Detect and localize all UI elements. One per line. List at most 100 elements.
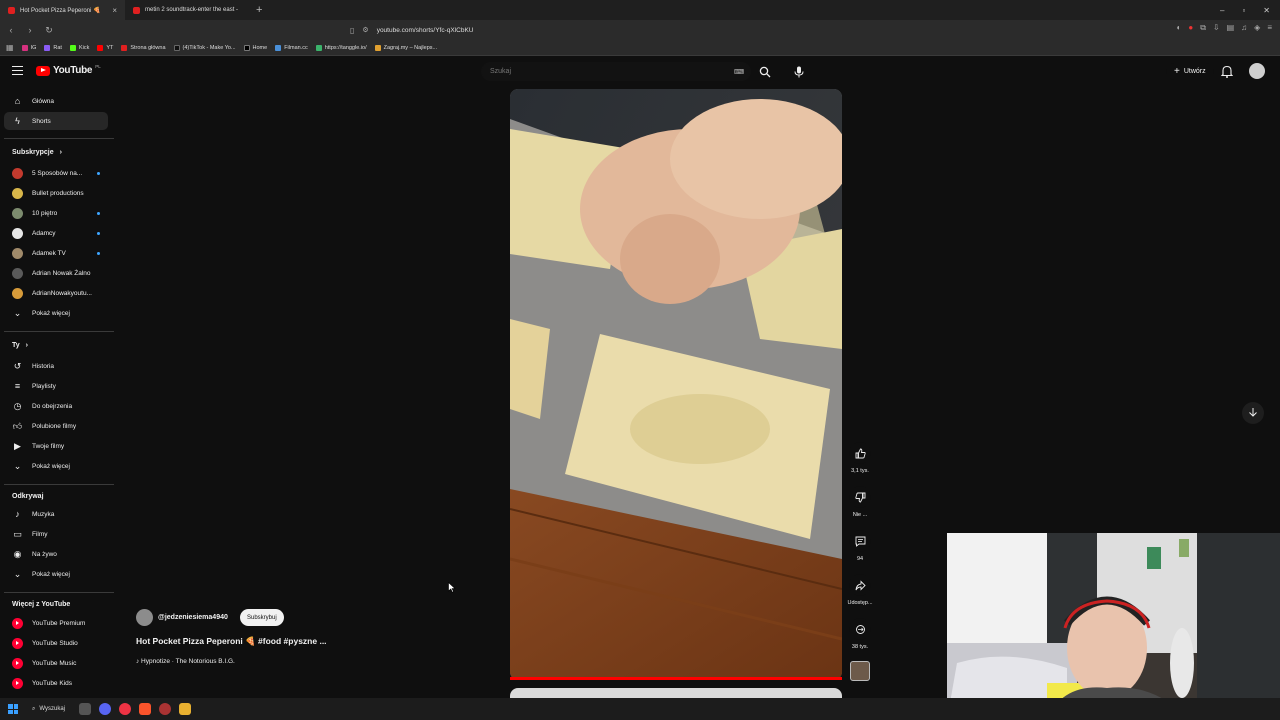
- bookmark-tanggle[interactable]: https://tanggle.io/: [315, 44, 367, 51]
- sidebar-show-more-subs[interactable]: ⌄ Pokaż więcej: [4, 304, 108, 322]
- watch-later-icon: ◷: [13, 400, 22, 411]
- youtube-studio-icon: [12, 637, 23, 649]
- channel-avatar[interactable]: [136, 609, 153, 626]
- apps-icon[interactable]: ▦: [6, 43, 14, 52]
- video-title[interactable]: Hot Pocket Pizza Peperoni 🍕 #food #pyszn…: [136, 636, 327, 647]
- next-video-button[interactable]: [1242, 402, 1264, 424]
- chrome-icon[interactable]: [119, 703, 131, 715]
- new-tab-icon[interactable]: +: [256, 4, 262, 16]
- channel-avatar: [12, 247, 23, 259]
- notifications-bell-icon[interactable]: [1220, 65, 1234, 83]
- you-heading[interactable]: Ty ›: [12, 342, 28, 349]
- dislike-button[interactable]: Nie ...: [848, 486, 872, 518]
- windows-start-icon[interactable]: [8, 704, 18, 714]
- sidebar-icon[interactable]: ▤: [1227, 23, 1235, 33]
- reload-icon[interactable]: ↻: [41, 25, 57, 36]
- sidebar-item-liked[interactable]: 👍︎ Polubione filmy: [4, 417, 108, 435]
- microphone-icon[interactable]: [794, 65, 804, 83]
- minimize-icon[interactable]: –: [1220, 6, 1224, 15]
- sidebar-item-home[interactable]: ⌂ Główna: [4, 92, 108, 110]
- bookmark-filman[interactable]: Filman.cc: [275, 44, 308, 51]
- bookmark-x-home[interactable]: Home: [243, 44, 267, 51]
- sidebar-subscription[interactable]: Adrian Nowak Żalno: [4, 264, 108, 282]
- back-icon[interactable]: ‹: [3, 25, 19, 35]
- sidebar-item-shorts[interactable]: ϟ Shorts: [4, 112, 108, 130]
- youtube-play-icon: [36, 65, 50, 76]
- task-view-icon[interactable]: [79, 703, 91, 715]
- comments-button[interactable]: 94: [848, 530, 872, 562]
- create-button[interactable]: + Utwórz: [1166, 63, 1214, 80]
- maximize-icon[interactable]: ▫: [1242, 6, 1245, 15]
- heading-label: Więcej z YouTube: [12, 601, 71, 608]
- app-icon[interactable]: [179, 703, 191, 715]
- sidebar-subscription[interactable]: AdrianNowakyoutu...: [4, 284, 108, 302]
- sidebar-item-your-videos[interactable]: ▶ Twoje filmy: [4, 437, 108, 455]
- channel-name[interactable]: @jedzeniesiema4940: [158, 614, 228, 621]
- share-button[interactable]: Udostęp...: [847, 574, 873, 606]
- bookmark-strona[interactable]: Strona główna: [121, 44, 166, 51]
- history-icon: ↺: [13, 360, 22, 371]
- sidebar-show-more-you[interactable]: ⌄ Pokaż więcej: [4, 457, 108, 475]
- tab-hot-pocket[interactable]: Hot Pocket Pizza Peperoni 🍕 ×: [0, 0, 125, 20]
- sidebar-item-playlists[interactable]: ≡ Playlisty: [4, 377, 108, 395]
- url-field[interactable]: ▯ ⚙ youtube.com/shorts/Yfc-qXlCbKU: [350, 22, 910, 38]
- sidebar-show-more-explore[interactable]: ⌄ Pokaż więcej: [4, 565, 108, 583]
- brave-icon[interactable]: [139, 703, 151, 715]
- next-short-preview[interactable]: [510, 688, 842, 698]
- remix-button[interactable]: 38 tys.: [848, 618, 872, 650]
- opera-icon[interactable]: [159, 703, 171, 715]
- search-input[interactable]: Szukaj: [481, 62, 751, 81]
- sidebar-item-music[interactable]: ♪ Muzyka: [4, 505, 108, 523]
- bookmark-ig[interactable]: IG: [21, 44, 36, 51]
- discord-icon[interactable]: [99, 703, 111, 715]
- bookmark-kick[interactable]: Kick: [69, 44, 89, 51]
- like-button[interactable]: 3,1 tys.: [848, 442, 872, 474]
- sidebar-item-label: Do obejrzenia: [32, 402, 73, 410]
- sidebar-subscription[interactable]: 10 piętro: [4, 204, 108, 222]
- bookmark-rat[interactable]: Rat: [44, 44, 62, 51]
- search-icon[interactable]: [759, 65, 771, 83]
- sidebar-subscription[interactable]: 5 Sposobów na...: [4, 164, 108, 182]
- extensions-icon[interactable]: ⧉: [1200, 23, 1206, 33]
- sidebar-item-youtube-studio[interactable]: YouTube Studio: [4, 634, 108, 652]
- youtube-logo[interactable]: YouTube PL: [36, 64, 101, 76]
- site-info-icon[interactable]: ⚙: [362, 26, 368, 34]
- download-icon[interactable]: ⇩: [1213, 23, 1220, 33]
- forward-icon[interactable]: ›: [22, 25, 38, 35]
- sidebar-item-watch-later[interactable]: ◷ Do obejrzenia: [4, 397, 108, 415]
- sound-thumbnail[interactable]: [850, 661, 870, 681]
- sidebar-item-history[interactable]: ↺ Historia: [4, 357, 108, 375]
- close-window-icon[interactable]: ✕: [1263, 6, 1270, 15]
- menu-icon[interactable]: ≡: [1267, 23, 1272, 33]
- subscriptions-heading[interactable]: Subskrypcje ›: [12, 149, 62, 156]
- search-icon: ⌕: [32, 705, 36, 712]
- keyboard-icon[interactable]: ⌨: [734, 68, 744, 76]
- chevron-right-icon: ›: [59, 149, 62, 156]
- wallet-icon[interactable]: ◈: [1254, 23, 1260, 33]
- bookmark-tiktok[interactable]: (4)TikTok - Make Yo...: [173, 44, 236, 51]
- bookmark-zagraj[interactable]: Zagraj.my – Najleps...: [374, 44, 437, 51]
- close-tab-icon[interactable]: ×: [112, 6, 117, 15]
- video-music[interactable]: ♪ Hypnotize · The Notorious B.I.G.: [136, 658, 235, 665]
- short-video-player[interactable]: [510, 89, 842, 680]
- media-icon[interactable]: ♫: [1241, 23, 1247, 33]
- sidebar-item-youtube-music[interactable]: YouTube Music: [4, 654, 108, 672]
- tab-metin[interactable]: metin 2 soundtrack-enter the east -: [125, 0, 250, 20]
- sidebar-item-label: Pokaż więcej: [32, 462, 70, 470]
- sidebar-subscription[interactable]: Adamek TV: [4, 244, 108, 262]
- sidebar-item-youtube-premium[interactable]: YouTube Premium: [4, 614, 108, 632]
- sidebar-item-movies[interactable]: ▭ Filmy: [4, 525, 108, 543]
- account-avatar[interactable]: [1249, 63, 1265, 79]
- record-icon[interactable]: ●: [1188, 23, 1193, 33]
- bookmark-yt[interactable]: YT: [97, 44, 113, 51]
- bookmark-icon[interactable]: ▯: [350, 26, 354, 35]
- sidebar-item-youtube-kids[interactable]: YouTube Kids: [4, 674, 108, 692]
- sidebar-subscription[interactable]: Bullet productions: [4, 184, 108, 202]
- sidebar-item-live[interactable]: ◉ Na żywo: [4, 545, 108, 563]
- taskbar-search[interactable]: ⌕ Wyszukaj: [26, 706, 71, 713]
- subscribe-button[interactable]: Subskrybuj: [240, 609, 284, 626]
- video-progress-bar[interactable]: [510, 677, 842, 680]
- sidebar-subscription[interactable]: Adamcy: [4, 224, 108, 242]
- extension-icon[interactable]: ◐: [1177, 23, 1182, 33]
- hamburger-menu-icon[interactable]: [12, 66, 23, 75]
